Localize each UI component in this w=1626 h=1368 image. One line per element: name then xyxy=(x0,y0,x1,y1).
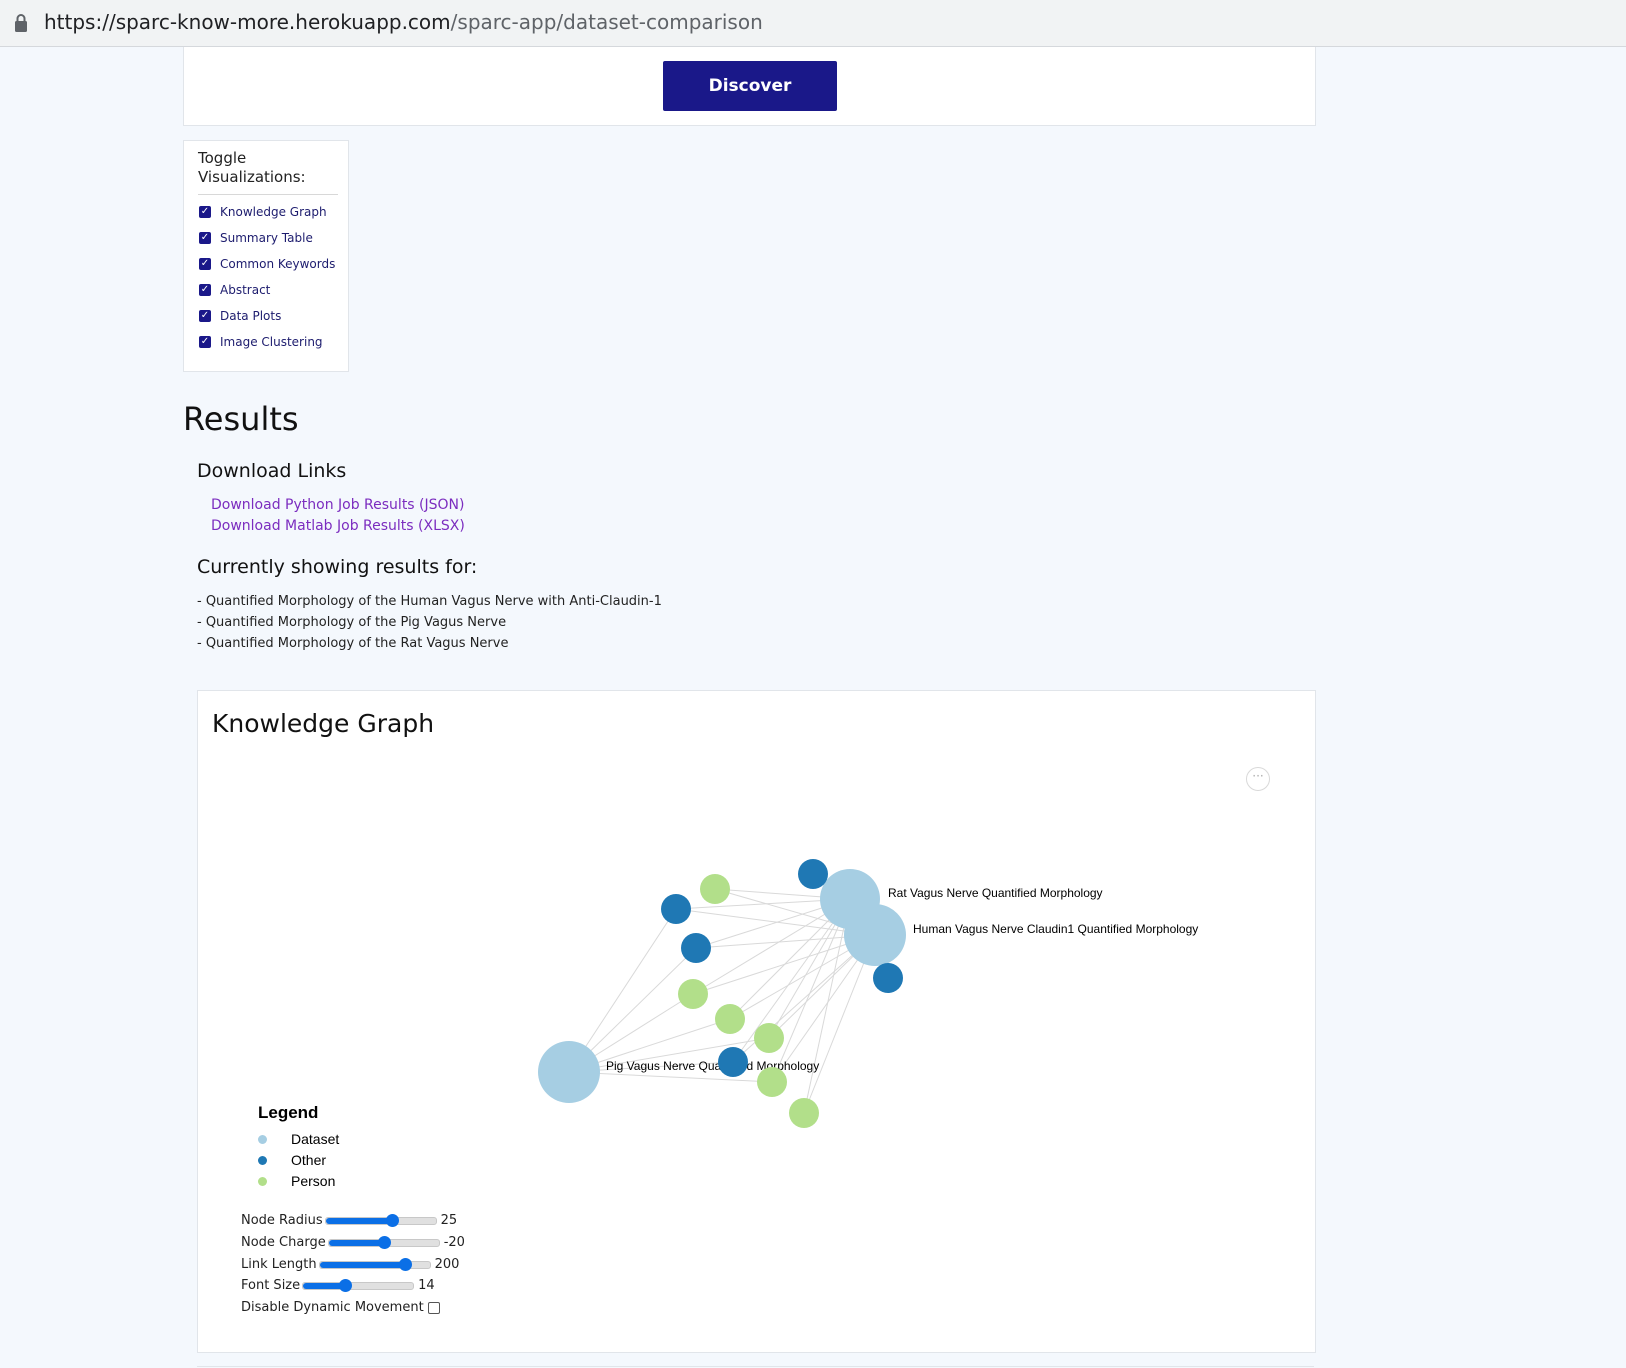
download-python-json-link[interactable]: Download Python Job Results (JSON) xyxy=(211,497,464,513)
control-label: Link Length xyxy=(241,1257,317,1272)
graph-node-person[interactable] xyxy=(700,874,730,904)
font-size-control: Font Size 14 xyxy=(241,1278,435,1293)
slider-thumb[interactable] xyxy=(377,1235,391,1249)
toggle-knowledge-graph[interactable]: ✓ Knowledge Graph xyxy=(199,202,327,222)
legend-dot-dataset xyxy=(258,1134,267,1144)
checkbox-checked-icon[interactable]: ✓ xyxy=(199,206,211,218)
disable-movement-checkbox[interactable] xyxy=(427,1301,440,1314)
graph-node-person[interactable] xyxy=(678,979,708,1009)
graph-node-dataset[interactable] xyxy=(538,1041,600,1103)
toggle-label: Data Plots xyxy=(220,309,282,323)
legend-item-person: Person xyxy=(258,1173,335,1189)
toggle-visualizations-title: Toggle Visualizations: xyxy=(198,149,338,195)
link-length-slider[interactable] xyxy=(318,1257,431,1271)
toggle-image-clustering[interactable]: ✓ Image Clustering xyxy=(199,332,323,352)
control-label: Node Radius xyxy=(241,1213,323,1228)
node-label-human: Human Vagus Nerve Claudin1 Quantified Mo… xyxy=(913,922,1198,936)
showing-results-heading: Currently showing results for: xyxy=(197,556,478,578)
legend-item-dataset: Dataset xyxy=(258,1131,339,1147)
control-value: 200 xyxy=(434,1257,460,1272)
url-host: https://sparc-know-more.herokuapp.com xyxy=(44,10,451,34)
divider xyxy=(197,1366,1314,1367)
disable-movement-control: Disable Dynamic Movement xyxy=(241,1300,440,1315)
checkbox-checked-icon[interactable]: ✓ xyxy=(199,336,211,348)
link-length-control: Link Length 200 xyxy=(241,1257,459,1272)
knowledge-graph-card: Knowledge Graph ··· Rat Vagus Nerve Quan… xyxy=(197,690,1316,1353)
node-label-pig: Pig Vagus Nerve Quantified Morphology xyxy=(606,1059,819,1073)
node-charge-slider[interactable] xyxy=(327,1235,440,1249)
node-radius-slider[interactable] xyxy=(324,1213,437,1227)
control-label: Font Size xyxy=(241,1278,301,1293)
discover-button[interactable]: Discover xyxy=(663,61,837,111)
slider-thumb[interactable] xyxy=(385,1213,399,1227)
control-label: Disable Dynamic Movement xyxy=(241,1300,424,1315)
legend-dot-person xyxy=(258,1176,267,1186)
legend-item-other: Other xyxy=(258,1152,326,1168)
graph-node-other[interactable] xyxy=(718,1047,748,1077)
graph-node-person[interactable] xyxy=(789,1098,819,1128)
checkbox-checked-icon[interactable]: ✓ xyxy=(199,310,211,322)
toggle-label: Abstract xyxy=(220,283,271,297)
toggle-visualizations-panel: Toggle Visualizations: ✓ Knowledge Graph… xyxy=(183,140,349,372)
toggle-abstract[interactable]: ✓ Abstract xyxy=(199,280,270,300)
toggle-label: Image Clustering xyxy=(220,335,323,349)
toggle-label: Summary Table xyxy=(220,231,313,245)
checkbox-checked-icon[interactable]: ✓ xyxy=(199,284,211,296)
toggle-common-keywords[interactable]: ✓ Common Keywords xyxy=(199,254,335,274)
graph-node-other[interactable] xyxy=(873,963,903,993)
dataset-list-item: - Quantified Morphology of the Pig Vagus… xyxy=(197,615,507,630)
legend-label: Dataset xyxy=(291,1131,340,1147)
legend-label: Person xyxy=(291,1173,336,1189)
url-path: /sparc-app/dataset-comparison xyxy=(450,10,763,34)
graph-node-other[interactable] xyxy=(798,859,828,889)
control-label: Node Charge xyxy=(241,1235,326,1250)
dataset-list-item: - Quantified Morphology of the Human Vag… xyxy=(197,594,662,609)
toggle-label: Common Keywords xyxy=(220,257,336,271)
address-bar[interactable]: https://sparc-know-more.herokuapp.com/sp… xyxy=(0,0,1626,47)
control-value: -20 xyxy=(443,1235,465,1250)
download-links-heading: Download Links xyxy=(197,460,347,482)
checkbox-checked-icon[interactable]: ✓ xyxy=(199,258,211,270)
graph-node-person[interactable] xyxy=(715,1004,745,1034)
lock-icon xyxy=(15,14,27,32)
download-matlab-xlsx-link[interactable]: Download Matlab Job Results (XLSX) xyxy=(211,518,465,534)
legend-dot-other xyxy=(258,1155,267,1165)
toggle-label: Knowledge Graph xyxy=(220,205,327,219)
graph-nodes xyxy=(538,859,906,1128)
legend-title: Legend xyxy=(258,1103,319,1122)
graph-node-person[interactable] xyxy=(757,1067,787,1097)
results-heading: Results xyxy=(183,400,299,438)
graph-node-other[interactable] xyxy=(681,933,711,963)
node-radius-control: Node Radius 25 xyxy=(241,1213,457,1228)
node-label-rat: Rat Vagus Nerve Quantified Morphology xyxy=(888,886,1103,900)
toggle-data-plots[interactable]: ✓ Data Plots xyxy=(199,306,281,326)
node-charge-control: Node Charge -20 xyxy=(241,1235,465,1250)
graph-node-other[interactable] xyxy=(661,894,691,924)
checkbox-checked-icon[interactable]: ✓ xyxy=(199,232,211,244)
slider-thumb[interactable] xyxy=(338,1278,352,1292)
legend-label: Other xyxy=(291,1152,327,1168)
graph-node-person[interactable] xyxy=(754,1023,784,1053)
slider-thumb[interactable] xyxy=(399,1257,413,1271)
toggle-summary-table[interactable]: ✓ Summary Table xyxy=(199,228,313,248)
url-text[interactable]: https://sparc-know-more.herokuapp.com/sp… xyxy=(44,10,763,34)
control-value: 14 xyxy=(418,1278,435,1293)
dataset-list-item: - Quantified Morphology of the Rat Vagus… xyxy=(197,636,509,651)
discover-panel: Discover xyxy=(183,47,1316,126)
knowledge-graph-canvas[interactable]: Rat Vagus Nerve Quantified Morphology Hu… xyxy=(198,691,1315,1352)
graph-node-dataset[interactable] xyxy=(844,904,906,966)
font-size-slider[interactable] xyxy=(302,1278,415,1292)
control-value: 25 xyxy=(440,1213,458,1228)
